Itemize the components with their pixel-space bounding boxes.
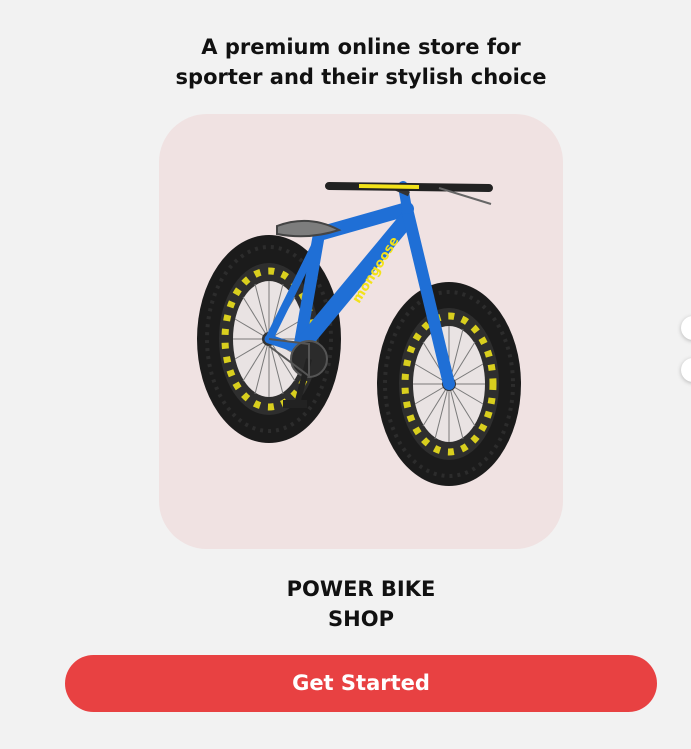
get-started-button[interactable]: Get Started: [65, 655, 657, 712]
pager-dot-2[interactable]: [681, 358, 691, 382]
tagline-line-2: sporter and their stylish choice: [175, 65, 547, 89]
bike-illustration: mongoose: [197, 181, 521, 486]
shop-title-line-1: POWER BIKE: [286, 577, 436, 601]
tagline-line-1: A premium online store for: [201, 35, 521, 59]
shop-title-line-2: SHOP: [328, 607, 394, 631]
pager-dot-1[interactable]: [681, 316, 691, 340]
onboarding-screen: A premium online store for sporter and t…: [0, 0, 691, 749]
product-image-card: mongoose: [159, 114, 563, 549]
